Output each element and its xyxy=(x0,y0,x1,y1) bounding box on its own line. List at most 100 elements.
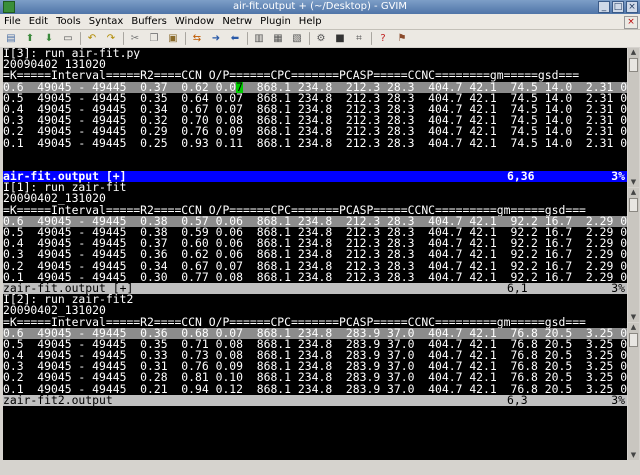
undo-icon[interactable]: ↶ xyxy=(85,32,99,45)
scroll-up-icon[interactable]: ▲ xyxy=(628,323,639,332)
status-line[interactable]: zair-fit.output [+] 6,1 3% xyxy=(3,280,627,295)
scroll-thumb[interactable] xyxy=(629,198,638,212)
scroll-up-icon[interactable]: ▲ xyxy=(628,48,639,57)
menu-plugin[interactable]: Plugin xyxy=(256,14,295,29)
table-row: 0.2 49045 - 49445 0.29 0.76 0.09 868.1 2… xyxy=(3,126,627,137)
scroll-down-icon[interactable]: ▼ xyxy=(628,451,639,460)
status-line[interactable]: air-fit.output [+] 6,36 3% xyxy=(3,169,627,184)
table-row: 0.2 49045 - 49445 0.34 0.67 0.07 868.1 2… xyxy=(3,261,627,272)
scroll-percent: 3% xyxy=(611,169,625,184)
table-row: 0.5 49045 - 49445 0.35 0.64 0.07 868.1 2… xyxy=(3,93,627,104)
scroll-up-icon[interactable]: ▲ xyxy=(628,188,639,197)
scrollbar-column: ▲ ▼ ▲ ▼ ▲ ▼ xyxy=(628,48,639,460)
paste-icon[interactable]: ▣ xyxy=(166,32,180,45)
title-bar: air-fit.output + (~/Desktop) - GVIM _ □ … xyxy=(0,0,640,14)
text-line: 20090402_131020 xyxy=(3,305,106,317)
toolbar: ▤ ⬆ ⬇ ▭ ↶ ↷ ✂ ❐ ▣ ⇆ ➜ ⬅ ▥ ▦ ▧ ⚙ ■ ⌗? ⚑ xyxy=(0,30,640,47)
maximize-icon[interactable]: □ xyxy=(612,1,624,13)
ctags-icon[interactable]: ⌗ xyxy=(352,32,366,45)
save-icon[interactable]: ⬆ xyxy=(23,32,37,45)
editor-area[interactable]: I[3]: run air-fit.py 20090402_131020 =K===… xyxy=(3,48,627,460)
text-line: I[3]: run air-fit.py xyxy=(3,48,141,60)
row-text: 0.5 49045 - 49445 0.38 0.59 0.06 868.1 2… xyxy=(3,227,627,239)
scroll-down-icon[interactable]: ▼ xyxy=(628,178,639,187)
copy-icon[interactable]: ❐ xyxy=(147,32,161,45)
table-row: 0.1 49045 - 49445 0.25 0.93 0.11 868.1 2… xyxy=(3,138,627,149)
row-text: 0.3 49045 - 49445 0.32 0.70 0.08 868.1 2… xyxy=(3,115,627,127)
print-icon[interactable]: ▭ xyxy=(61,32,75,45)
scrollbar-bottom-window[interactable]: ▲ ▼ xyxy=(628,323,639,460)
cursor-position: 6,1 xyxy=(507,280,528,295)
cursor-position: 6,36 xyxy=(507,169,535,184)
row-text: 0.5 49045 - 49445 0.35 0.71 0.08 868.1 2… xyxy=(3,338,627,351)
menu-edit[interactable]: Edit xyxy=(25,14,52,29)
status-line[interactable]: zair-fit2.output 6,3 3% xyxy=(3,392,627,407)
minimize-icon[interactable]: _ xyxy=(598,1,610,13)
help-icon[interactable]: ? xyxy=(376,32,390,45)
open-icon[interactable]: ▤ xyxy=(4,32,18,45)
make-icon[interactable]: ⚙ xyxy=(314,32,328,45)
toolbar-separator xyxy=(123,32,124,45)
replace-icon[interactable]: ⇆ xyxy=(190,32,204,45)
row-text: 0.2 49045 - 49445 0.29 0.76 0.09 868.1 2… xyxy=(3,126,627,138)
table-row: 0.3 49045 - 49445 0.31 0.76 0.09 868.1 2… xyxy=(3,361,627,372)
load-session-icon[interactable]: ▥ xyxy=(252,32,266,45)
text-line: I[2]: run zair-fit2 xyxy=(3,294,134,306)
row-text: 0.1 49045 - 49445 0.25 0.93 0.11 868.1 2… xyxy=(3,137,627,149)
scroll-down-icon[interactable]: ▼ xyxy=(628,313,639,322)
cursor[interactable]: 7 xyxy=(236,81,244,93)
menu-close-icon[interactable]: × xyxy=(624,16,638,29)
row-text: 0.4 49045 - 49445 0.37 0.60 0.06 868.1 2… xyxy=(3,238,627,250)
toolbar-separator xyxy=(371,32,372,45)
cut-icon[interactable]: ✂ xyxy=(128,32,142,45)
scrollbar-middle-window[interactable]: ▲ ▼ xyxy=(628,188,639,322)
save-session-icon[interactable]: ▦ xyxy=(271,32,285,45)
table-row: 0.6 49045 - 49445 0.37 0.62 0.07 868.1 2… xyxy=(3,81,627,93)
shell-icon[interactable]: ■ xyxy=(333,32,347,45)
table-row: 0.3 49045 - 49445 0.36 0.62 0.06 868.1 2… xyxy=(3,249,627,260)
row-text: 0.3 49045 - 49445 0.36 0.62 0.06 868.1 2… xyxy=(3,249,627,261)
row-text: 0.4 49045 - 49445 0.34 0.67 0.07 868.1 2… xyxy=(3,103,627,116)
command-line[interactable] xyxy=(0,460,640,475)
table-row: 0.5 49045 - 49445 0.38 0.59 0.06 868.1 2… xyxy=(3,227,627,238)
scroll-percent: 3% xyxy=(611,392,625,407)
row-text: 0.5 49045 - 49445 0.35 0.64 0.07 868.1 2… xyxy=(3,92,627,104)
menu-file[interactable]: File xyxy=(0,14,25,29)
table-row: 0.6 49045 - 49445 0.36 0.68 0.07 868.1 2… xyxy=(3,327,627,339)
cursor-position: 6,3 xyxy=(507,392,528,407)
find-prev-icon[interactable]: ⬅ xyxy=(228,32,242,45)
menu-tools[interactable]: Tools xyxy=(52,14,85,29)
window-controls: _ □ × xyxy=(598,1,638,13)
save-all-icon[interactable]: ⬇ xyxy=(42,32,56,45)
text-line: I[1]: run zair-fit xyxy=(3,182,127,194)
menu-netrw[interactable]: Netrw xyxy=(218,14,256,29)
table-row: 0.4 49045 - 49445 0.37 0.60 0.06 868.1 2… xyxy=(3,238,627,249)
menu-syntax[interactable]: Syntax xyxy=(85,14,128,29)
text-line: =K=====Interval=====R2====CCN O/P======C… xyxy=(3,204,586,216)
row-text: 0.2 49045 - 49445 0.28 0.81 0.10 868.1 2… xyxy=(3,372,627,384)
text-line: 20090402_131020 xyxy=(3,59,106,71)
row-text: 0.3 49045 - 49445 0.31 0.76 0.09 868.1 2… xyxy=(3,361,627,373)
scroll-thumb[interactable] xyxy=(629,58,638,72)
scroll-thumb[interactable] xyxy=(629,333,638,347)
menu-window[interactable]: Window xyxy=(171,14,218,29)
find-help-icon[interactable]: ⚑ xyxy=(395,32,409,45)
menu-help[interactable]: Help xyxy=(295,14,326,29)
buffer-name: air-fit.output [+] xyxy=(3,169,127,184)
find-next-icon[interactable]: ➜ xyxy=(209,32,223,45)
gvim-app-icon xyxy=(3,1,15,13)
row-text: 0.2 49045 - 49445 0.34 0.67 0.07 868.1 2… xyxy=(3,260,627,272)
text-line: =K=====Interval=====R2====CCN O/P======C… xyxy=(3,70,580,82)
scrollbar-top-window[interactable]: ▲ ▼ xyxy=(628,48,639,187)
toolbar-separator xyxy=(247,32,248,45)
run-script-icon[interactable]: ▧ xyxy=(290,32,304,45)
row-text: 868.1 234.8 212.3 28.3 404.7 42.1 74.5 1… xyxy=(243,81,627,93)
vim-window-1: I[1]: run zair-fit 20090402_131020 =K=====… xyxy=(3,182,627,295)
buffer-name: zair-fit.output [+] xyxy=(3,280,134,295)
menu-buffers[interactable]: Buffers xyxy=(127,14,171,29)
close-icon[interactable]: × xyxy=(626,1,638,13)
redo-icon[interactable]: ↷ xyxy=(104,32,118,45)
table-row: 0.6 49045 - 49445 0.38 0.57 0.06 868.1 2… xyxy=(3,215,627,227)
buffer-name: zair-fit2.output xyxy=(3,392,113,407)
text-line: =K=====Interval=====R2====CCN O/P======C… xyxy=(3,316,586,328)
